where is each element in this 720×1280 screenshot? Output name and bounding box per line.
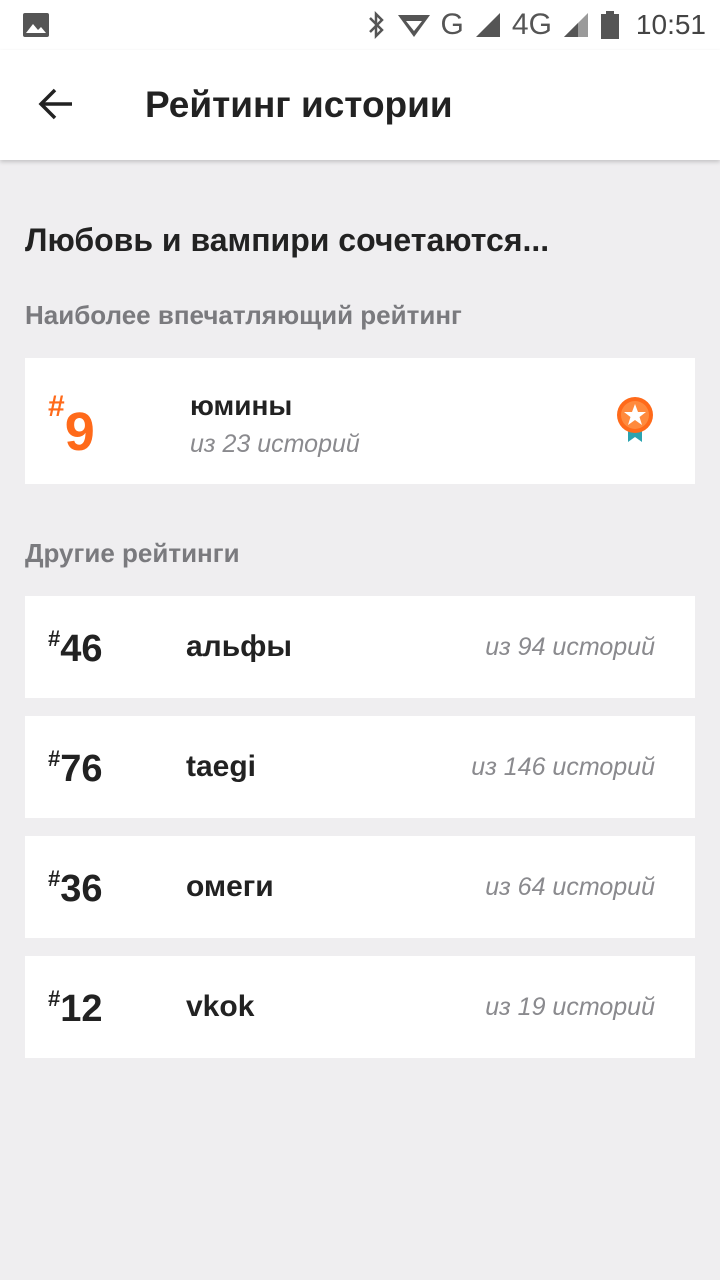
- signal-icon-2: [562, 11, 590, 39]
- rank-number: 46: [60, 627, 103, 670]
- rank-hash: #: [48, 746, 61, 771]
- ranking-tag: taegi: [186, 750, 257, 783]
- rank-number: 9: [64, 402, 95, 462]
- ranking-tag: альфы: [186, 630, 293, 663]
- status-bar: G 4G 10:51: [0, 0, 720, 50]
- rank-hash: #: [48, 390, 65, 423]
- ranking-count: из 94 историй: [485, 632, 655, 661]
- bluetooth-icon: [367, 10, 387, 40]
- rank-hash: #: [48, 866, 61, 891]
- ranking-count: из 64 историй: [485, 872, 655, 901]
- network-g-label: G: [440, 8, 464, 41]
- medal-star-icon: [615, 396, 655, 444]
- ranking-row[interactable]: # 76 taegi из 146 историй: [25, 716, 695, 818]
- ranking-row[interactable]: # 12 vkok из 19 историй: [25, 956, 695, 1058]
- network-4g-label: 4G: [511, 8, 552, 41]
- wifi-icon: [397, 11, 431, 39]
- ranking-tag: юмины: [190, 390, 293, 421]
- section-label-top-ranking: Наиболее впечатляющий рейтинг: [25, 300, 462, 330]
- app-bar: Рейтинг истории: [0, 50, 720, 160]
- section-label-other-rankings: Другие рейтинги: [25, 538, 240, 568]
- signal-icon: [474, 11, 502, 39]
- clock: 10:51: [635, 9, 706, 40]
- rank: # 12: [48, 956, 103, 1058]
- ranking-count: из 146 историй: [471, 752, 655, 781]
- back-button[interactable]: [28, 78, 84, 134]
- ranking-tag: vkok: [186, 990, 255, 1023]
- ranking-count: из 23 историй: [190, 430, 360, 458]
- battery-icon: [600, 10, 620, 40]
- rank: # 36: [48, 836, 103, 938]
- story-title: Любовь и вампири сочетаются...: [25, 222, 550, 258]
- rank-hash: #: [48, 626, 61, 651]
- page-title: Рейтинг истории: [145, 84, 453, 125]
- ranking-tag: омеги: [186, 870, 274, 903]
- rank: # 76: [48, 716, 103, 818]
- featured-ranking-card[interactable]: # 9 юмины из 23 историй: [25, 358, 695, 484]
- ranking-count: из 19 историй: [485, 992, 655, 1021]
- arrow-back-icon: [38, 88, 74, 125]
- featured-rank: # 9: [48, 358, 95, 484]
- rank-number: 12: [60, 987, 103, 1030]
- image-notification-icon: [22, 12, 50, 38]
- rank-hash: #: [48, 986, 61, 1011]
- rank-number: 76: [60, 747, 103, 790]
- rank: # 46: [48, 596, 103, 698]
- rank-number: 36: [60, 867, 103, 910]
- ranking-row[interactable]: # 36 омеги из 64 историй: [25, 836, 695, 938]
- ranking-row[interactable]: # 46 альфы из 94 историй: [25, 596, 695, 698]
